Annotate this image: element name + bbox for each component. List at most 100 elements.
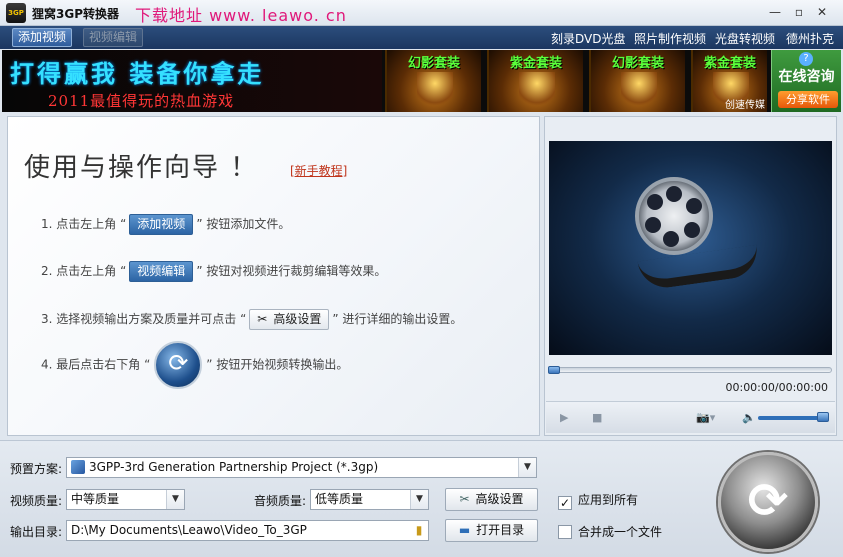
guide-edit-video-button[interactable]: 视频编辑: [129, 261, 194, 282]
preset-value: 3GPP-3rd Generation Partnership Project …: [89, 460, 379, 474]
advanced-settings-button[interactable]: ✂ 高级设置: [445, 488, 538, 511]
banner-card[interactable]: 幻影套装: [385, 50, 481, 112]
online-consult-box[interactable]: ? 在线咨询 分享软件: [771, 50, 841, 112]
apply-all-checkbox[interactable]: ✓ 应用到所有: [558, 491, 638, 510]
step-text: 3. 选择视频输出方案及质量并可点击 “: [41, 312, 247, 326]
banner-sponsor: 创速传媒: [725, 100, 765, 111]
warrior-image: [519, 72, 555, 110]
film-reel-icon: [635, 177, 713, 255]
merge-checkbox[interactable]: 合并成一个文件: [558, 523, 662, 540]
preview-panel: 00:00:00/00:00:00 ▶ ■ 📷▾ 🔈: [544, 116, 837, 436]
banner-card-label: 紫金套装: [509, 56, 562, 71]
guide-step-2: 2. 点击左上角 “视频编辑” 按钮对视频进行裁剪编辑等效果。: [41, 261, 386, 282]
share-software-button[interactable]: 分享软件: [778, 91, 838, 108]
film-strip-icon: [637, 244, 761, 292]
audio-quality-label: 音频质量:: [254, 494, 307, 508]
ad-banner[interactable]: 打得赢我 装备你拿走 2011最值得玩的热血游戏 幻影套装 紫金套装 幻影套装 …: [2, 50, 841, 112]
play-icon[interactable]: ▶: [560, 411, 568, 424]
guide-step-3: 3. 选择视频输出方案及质量并可点击 “ ✂ 高级设置 ” 进行详细的输出设置。: [41, 309, 462, 330]
output-dir-label: 输出目录:: [10, 525, 63, 539]
output-dir-value: D:\My Documents\Leawo\Video_To_3GP: [71, 523, 307, 537]
folder-browse-icon[interactable]: ▮: [410, 521, 428, 540]
guide-step-1: 1. 点击左上角 “添加视频” 按钮添加文件。: [41, 214, 290, 235]
minimize-button[interactable]: —: [766, 4, 784, 20]
preset-select[interactable]: 3GPP-3rd Generation Partnership Project …: [66, 457, 537, 478]
scissors-wrench-icon: ✂: [257, 312, 268, 326]
player-controls: ▶ ■ 📷▾ 🔈: [546, 401, 835, 433]
step-text: 4. 最后点击右下角 “: [41, 357, 151, 372]
guide-step-4: 4. 最后点击右下角 “⟳” 按钮开始视频转换输出。: [41, 341, 348, 389]
maximize-button[interactable]: ▫: [790, 4, 808, 20]
step-text: 1. 点击左上角 “: [41, 217, 127, 231]
volume-icon[interactable]: 🔈: [742, 411, 756, 424]
warrior-image: [417, 72, 453, 110]
promo-download-link[interactable]: 下载地址 www. leawo. cn: [135, 2, 347, 26]
help-icon: ?: [799, 52, 813, 66]
video-preview-screen: [549, 141, 832, 355]
title-bar: 3GP 狸窝3GP转换器 下载地址 www. leawo. cn — ▫ ✕: [0, 0, 843, 26]
stop-icon[interactable]: ■: [592, 411, 602, 424]
chevron-down-icon[interactable]: ▼: [166, 490, 184, 509]
banner-card[interactable]: 紫金套装 创速传媒: [691, 50, 767, 112]
link-burn-dvd[interactable]: 刻录DVD光盘: [551, 30, 625, 47]
apply-all-label: 应用到所有: [578, 493, 639, 507]
audio-quality-value: 低等质量: [315, 492, 364, 506]
preset-label: 预置方案:: [10, 462, 63, 476]
banner-card-label: 紫金套装: [703, 56, 756, 71]
guide-title: 使用与操作向导 ！: [24, 153, 259, 183]
step-text: 2. 点击左上角 “: [41, 264, 127, 278]
warrior-image: [621, 72, 657, 110]
audio-quality-select[interactable]: 低等质量 ▼: [310, 489, 429, 510]
step-text: ” 按钮对视频进行裁剪编辑等效果。: [196, 264, 387, 278]
banner-card[interactable]: 幻影套装: [589, 50, 685, 112]
output-dir-input[interactable]: D:\My Documents\Leawo\Video_To_3GP ▮: [66, 520, 429, 541]
guide-convert-icon: ⟳: [154, 341, 203, 389]
guide-add-video-button[interactable]: 添加视频: [129, 214, 194, 235]
app-title: 狸窝3GP转换器: [32, 7, 119, 21]
link-texas-poker[interactable]: 德州扑克: [786, 30, 834, 47]
preset-format-icon: [71, 460, 85, 474]
step-text: ” 按钮添加文件。: [196, 217, 291, 231]
banner-card-label: 幻影套装: [407, 56, 460, 71]
chevron-down-icon[interactable]: ▼: [410, 490, 428, 509]
banner-card-label: 幻影套装: [611, 56, 664, 71]
video-quality-select[interactable]: 中等质量 ▼: [66, 489, 185, 510]
volume-handle[interactable]: [817, 412, 830, 422]
link-disc-to-video[interactable]: 光盘转视频: [715, 30, 775, 47]
video-quality-value: 中等质量: [71, 492, 120, 506]
banner-card[interactable]: 紫金套装: [487, 50, 583, 112]
edit-video-button[interactable]: 视频编辑: [83, 28, 144, 47]
add-video-button[interactable]: 添加视频: [12, 28, 73, 47]
banner-game-ad[interactable]: 打得赢我 装备你拿走 2011最值得玩的热血游戏: [2, 50, 382, 112]
convert-start-button[interactable]: ⟳: [718, 452, 818, 552]
close-button[interactable]: ✕: [813, 4, 831, 20]
open-directory-button[interactable]: ▬ 打开目录: [445, 519, 538, 542]
banner-subtitle: 2011最值得玩的热血游戏: [48, 92, 235, 110]
app-logo-icon: 3GP: [6, 3, 26, 23]
output-settings-area: 预置方案: 3GPP-3rd Generation Partnership Pr…: [0, 440, 843, 557]
tutorial-link[interactable]: [新手教程]: [290, 162, 347, 179]
seek-handle[interactable]: [548, 366, 560, 374]
step-text: ” 按钮开始视频转换输出。: [206, 357, 349, 372]
video-quality-label: 视频质量:: [10, 494, 63, 508]
checkbox-icon[interactable]: ✓: [558, 496, 572, 510]
online-consult-label: 在线咨询: [778, 69, 835, 85]
guide-panel: 使用与操作向导 ！ [新手教程] 1. 点击左上角 “添加视频” 按钮添加文件。…: [7, 116, 540, 436]
chevron-down-icon[interactable]: ▼: [518, 458, 536, 477]
camera-snapshot-icon[interactable]: 📷▾: [696, 411, 715, 424]
seek-bar[interactable]: [549, 367, 832, 373]
merge-label: 合并成一个文件: [578, 525, 663, 539]
time-display: 00:00:00/00:00:00: [725, 381, 828, 394]
open-directory-label: 打开目录: [476, 523, 525, 537]
refresh-arrow-icon: ⟳: [747, 473, 789, 529]
checkbox-icon[interactable]: [558, 525, 572, 539]
advanced-settings-label: 高级设置: [475, 492, 524, 506]
scissors-wrench-icon: ✂: [459, 492, 470, 506]
step-text: ” 进行详细的输出设置。: [332, 312, 463, 326]
guide-advanced-settings-label: 高级设置: [273, 312, 322, 326]
guide-advanced-settings-button[interactable]: ✂ 高级设置: [249, 309, 330, 330]
folder-icon: ▬: [458, 523, 471, 537]
volume-slider[interactable]: [758, 416, 826, 420]
link-photo-video[interactable]: 照片制作视频: [634, 30, 706, 47]
banner-slogan: 打得赢我 装备你拿走: [10, 59, 265, 88]
